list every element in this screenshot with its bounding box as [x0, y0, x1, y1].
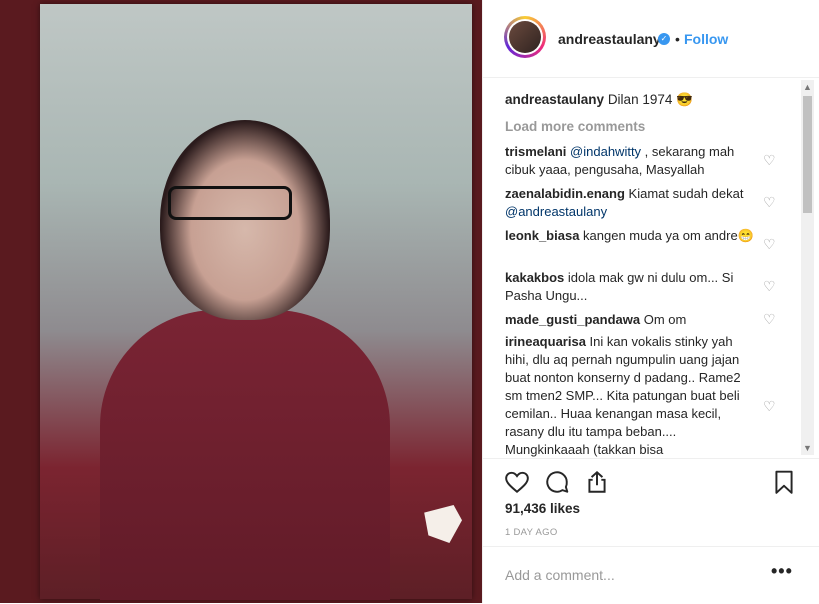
comment-username[interactable]: irineaquarisa: [505, 334, 586, 349]
comment-like-heart-icon[interactable]: ♡: [763, 279, 777, 293]
avatar[interactable]: [504, 16, 546, 58]
comment-mention[interactable]: @indahwitty: [570, 144, 641, 159]
post-photo[interactable]: [0, 0, 482, 603]
comment-username[interactable]: kakakbos: [505, 270, 564, 285]
comment-mention[interactable]: @andreastaulany: [505, 204, 607, 219]
likes-count[interactable]: 91,436 likes: [505, 501, 580, 516]
comment-like-heart-icon[interactable]: ♡: [763, 312, 777, 326]
caption-text: Dilan 1974 😎: [607, 92, 693, 107]
caption-username[interactable]: andreastaulany: [505, 92, 604, 107]
comment-text: kangen muda ya om andre😁: [579, 228, 754, 243]
comment-username[interactable]: trismelani: [505, 144, 566, 159]
comment-username[interactable]: leonk_biasa: [505, 228, 579, 243]
photo-head: [160, 120, 330, 320]
separator-dot: •: [675, 31, 680, 47]
photo-glasses: [168, 186, 292, 220]
comment-item: trismelani @indahwitty , sekarang mah ci…: [505, 143, 755, 179]
scroll-thumb[interactable]: [803, 96, 812, 213]
comment-like-heart-icon[interactable]: ♡: [763, 237, 777, 251]
comment-item: irineaquarisa Ini kan vokalis stinky yah…: [505, 333, 755, 458]
post-header: andreastaulany ✓ • Follow: [483, 0, 819, 78]
caption: andreastaulany Dilan 1974 😎: [505, 92, 693, 108]
comments-list[interactable]: andreastaulany Dilan 1974 😎 Load more co…: [483, 78, 819, 458]
comment-text: Om om: [640, 312, 687, 327]
comment-like-heart-icon[interactable]: ♡: [763, 195, 777, 209]
post-timestamp[interactable]: 1 DAY AGO: [505, 527, 558, 538]
avatar-image: [509, 21, 541, 53]
header-username[interactable]: andreastaulany: [558, 31, 661, 47]
comment-item: made_gusti_pandawa Om om: [505, 311, 755, 329]
more-options-icon[interactable]: •••: [771, 561, 793, 582]
action-bar: [483, 458, 819, 504]
comment-icon[interactable]: [544, 469, 570, 495]
share-icon[interactable]: [584, 469, 610, 495]
comments-scrollbar[interactable]: ▲ ▼: [801, 80, 814, 455]
comment-like-heart-icon[interactable]: ♡: [763, 153, 777, 167]
add-comment-bar: Add a comment... •••: [483, 546, 819, 604]
load-more-comments[interactable]: Load more comments: [505, 119, 645, 134]
heart-icon[interactable]: [504, 469, 530, 495]
comment-item: leonk_biasa kangen muda ya om andre😁: [505, 227, 755, 245]
comment-item: kakakbos idola mak gw ni dulu om... Si P…: [505, 269, 755, 305]
bookmark-icon[interactable]: [771, 469, 797, 495]
photo-shirt: [100, 310, 390, 600]
comment-item: zaenalabidin.enang Kiamat sudah dekat @a…: [505, 185, 755, 221]
scroll-down-arrow-icon[interactable]: ▼: [801, 443, 814, 453]
comment-username[interactable]: made_gusti_pandawa: [505, 312, 640, 327]
comment-like-heart-icon[interactable]: ♡: [763, 399, 777, 413]
add-comment-input[interactable]: Add a comment...: [505, 567, 615, 583]
comment-text: Kiamat sudah dekat: [624, 186, 744, 201]
post-sidebar: andreastaulany ✓ • Follow andreastaulany…: [483, 0, 819, 603]
scroll-up-arrow-icon[interactable]: ▲: [801, 82, 814, 92]
follow-button[interactable]: Follow: [684, 31, 728, 47]
verified-badge-icon: ✓: [658, 33, 670, 45]
comment-text: Ini kan vokalis stinky yah hihi, dlu aq …: [505, 334, 741, 457]
comment-username[interactable]: zaenalabidin.enang: [505, 186, 625, 201]
